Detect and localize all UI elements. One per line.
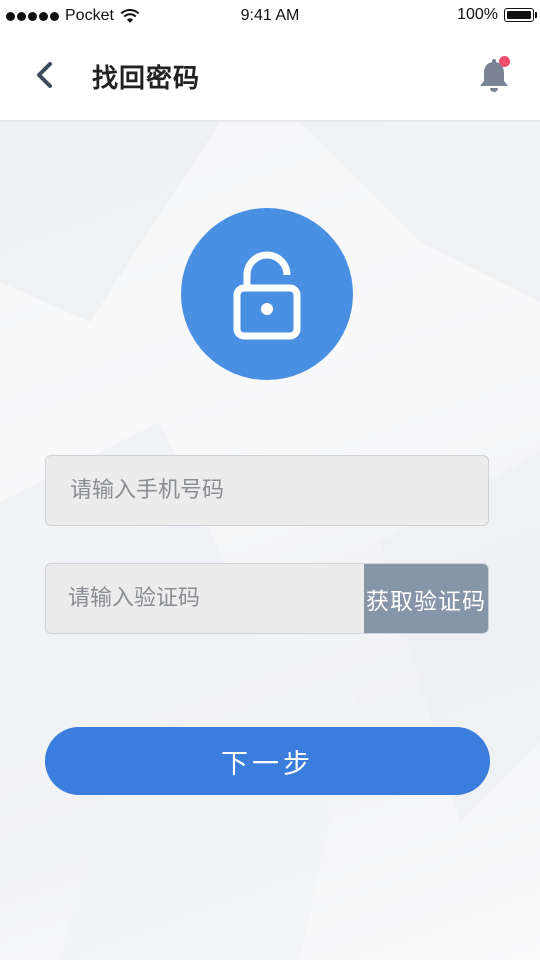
unlocked-padlock-icon [233, 251, 301, 340]
battery-icon [504, 8, 537, 22]
unlock-illustration [181, 208, 353, 380]
page-title: 找回密码 [92, 64, 201, 94]
back-button[interactable] [26, 56, 66, 96]
notification-badge [499, 56, 510, 67]
next-step-button[interactable]: 下一步 [45, 727, 490, 795]
get-code-button[interactable]: 获取验证码 [364, 564, 488, 633]
verification-code-input[interactable] [46, 564, 364, 633]
navigation-bar: 找回密码 [0, 32, 540, 122]
chevron-left-icon [37, 62, 52, 88]
battery-percent: 100% [457, 6, 498, 23]
verification-code-row: 获取验证码 [45, 563, 489, 634]
status-bar: Pocket 9:41 AM 100% [0, 0, 540, 32]
phone-number-input[interactable] [45, 455, 489, 526]
notification-button[interactable] [476, 56, 512, 96]
